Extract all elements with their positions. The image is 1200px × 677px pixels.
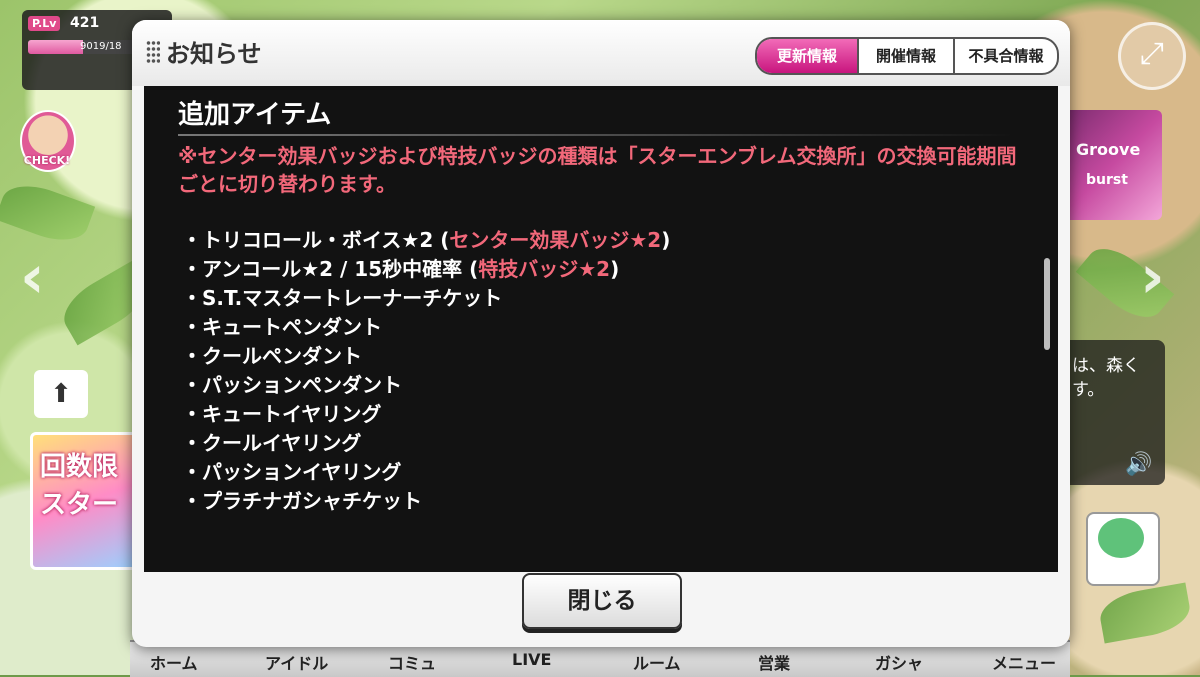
list-item: ・クールイヤリング: [182, 431, 362, 455]
nav-gacha[interactable]: ガシャ: [875, 650, 923, 674]
list-item: ・キュートペンダント: [182, 315, 382, 339]
banner-right-subtitle: burst: [1086, 172, 1128, 188]
player-level-value: 421: [70, 15, 100, 31]
up-arrow-icon[interactable]: ⬆: [34, 370, 88, 418]
player-level-tag: P.Lv: [28, 16, 61, 31]
tab-group: 更新情報 開催情報 不具合情報: [755, 37, 1059, 75]
colleague-label: 同僚: [1110, 558, 1132, 571]
event-banner-text: 回数限 スター: [40, 452, 119, 520]
list-item: ・S.T.マスタートレーナーチケット: [182, 286, 503, 310]
grip-icon: [146, 40, 160, 64]
colleague-icon: [1098, 518, 1144, 558]
section-heading: 追加アイテム: [178, 100, 332, 130]
side-message-text: は、森く す。: [1072, 356, 1140, 400]
nav-idol[interactable]: アイドル: [265, 650, 328, 674]
chevron-right-icon[interactable]: ›: [1140, 242, 1165, 312]
nav-live[interactable]: LIVE: [512, 650, 551, 669]
heading-divider: [178, 134, 1014, 136]
speaker-icon[interactable]: 🔊: [1125, 452, 1152, 477]
exp-text: 9019/18: [80, 41, 122, 52]
list-item: ・クールペンダント: [182, 344, 362, 368]
close-button[interactable]: 閉じる: [522, 573, 682, 629]
list-item: ・プラチナガシャチケット: [182, 489, 422, 513]
expand-icon[interactable]: ⤢: [1118, 22, 1186, 90]
list-item: ・パッションペンダント: [182, 373, 402, 397]
dialog-title: お知らせ: [166, 40, 262, 68]
list-item: ・パッションイヤリング: [182, 460, 402, 484]
notice-dialog: お知らせ 更新情報 開催情報 不具合情報 追加アイテム ※センター効果バッジおよ…: [132, 20, 1070, 647]
check-label: CHECK!: [23, 154, 71, 167]
nav-menu[interactable]: メニュー: [992, 650, 1056, 674]
event-banner-right[interactable]: Groove burst: [1062, 110, 1162, 220]
item-list: ・トリコロール・ボイス★2 (センター効果バッジ★2) ・アンコール★2 / 1…: [182, 226, 670, 516]
nav-home[interactable]: ホーム: [150, 650, 198, 674]
banner-right-title: Groove: [1076, 140, 1141, 159]
notice-text: ※センター効果バッジおよび特技バッジの種類は「スターエンブレム交換所」の交換可能…: [178, 144, 1017, 196]
scrollbar[interactable]: [1044, 258, 1050, 350]
nav-commu[interactable]: コミュ: [388, 650, 436, 674]
notice-content[interactable]: 追加アイテム ※センター効果バッジおよび特技バッジの種類は「スターエンブレム交換…: [144, 86, 1058, 572]
chevron-left-icon[interactable]: ‹: [20, 242, 45, 312]
tab-update-info[interactable]: 更新情報: [757, 39, 857, 73]
list-item: ・アンコール★2 / 15秒中確率 (特技バッジ★2): [182, 257, 620, 281]
tab-event-info[interactable]: 開催情報: [859, 39, 953, 73]
tab-bug-info[interactable]: 不具合情報: [955, 39, 1057, 73]
list-item: ・トリコロール・ボイス★2 (センター効果バッジ★2): [182, 228, 671, 252]
nav-sales[interactable]: 営業: [758, 650, 790, 674]
dialog-header: お知らせ 更新情報 開催情報 不具合情報: [132, 20, 1070, 86]
nav-room[interactable]: ルーム: [633, 650, 681, 674]
list-item: ・キュートイヤリング: [182, 402, 382, 426]
